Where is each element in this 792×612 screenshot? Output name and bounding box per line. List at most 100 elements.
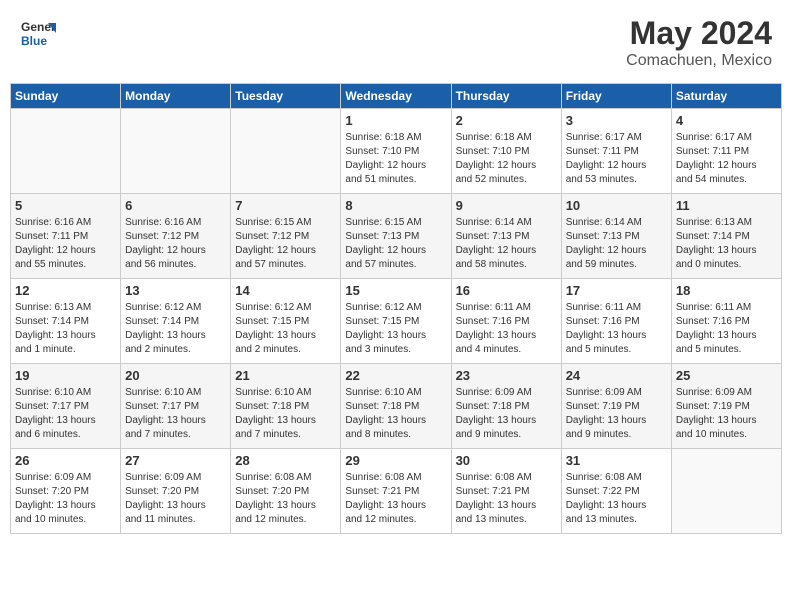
day-info: Sunrise: 6:17 AM Sunset: 7:11 PM Dayligh… — [566, 131, 667, 187]
calendar-cell: 24Sunrise: 6:09 AM Sunset: 7:19 PM Dayli… — [561, 364, 671, 449]
calendar-cell — [231, 109, 341, 194]
calendar-week-4: 19 Sunrise: 6:10 AM Sunset: 7:17 PM Dayli… — [11, 364, 782, 449]
day-info: Sunrise: 6:11 AM Sunset: 7:16 PM Dayligh… — [676, 301, 777, 357]
day-info: Sunrise: 6:15 AM Sunset: 7:12 PM Dayligh… — [235, 216, 336, 272]
day-info: Sunrise: 6:09 AM Sunset: 7:20 PM Dayligh… — [15, 471, 116, 527]
day-info: Sunrise: 6:10 AM Sunset: 7:17 PM Dayligh… — [15, 386, 116, 442]
weekday-header-sunday: Sunday — [11, 84, 121, 109]
calendar-cell: 6 Sunrise: 6:16 AM Sunset: 7:12 PM Daylig… — [121, 194, 231, 279]
calendar-cell: 20Sunrise: 6:10 AM Sunset: 7:17 PM Dayli… — [121, 364, 231, 449]
day-info: Sunrise: 6:14 AM Sunset: 7:13 PM Dayligh… — [566, 216, 667, 272]
day-number: 12 — [15, 283, 116, 298]
day-number: 11 — [676, 198, 777, 213]
day-number: 14 — [235, 283, 336, 298]
day-number: 13 — [125, 283, 226, 298]
calendar-cell: 10 Sunrise: 6:14 AM Sunset: 7:13 PM Dayli… — [561, 194, 671, 279]
weekday-header-wednesday: Wednesday — [341, 84, 451, 109]
day-info: Sunrise: 6:14 AM Sunset: 7:13 PM Dayligh… — [456, 216, 557, 272]
day-number: 23 — [456, 368, 557, 383]
calendar-cell: 4 Sunrise: 6:17 AM Sunset: 7:11 PM Daylig… — [671, 109, 781, 194]
day-info: Sunrise: 6:09 AM Sunset: 7:19 PM Dayligh… — [676, 386, 777, 442]
day-info: Sunrise: 6:12 AM Sunset: 7:14 PM Dayligh… — [125, 301, 226, 357]
day-number: 8 — [345, 198, 446, 213]
day-number: 9 — [456, 198, 557, 213]
calendar-cell: 26 Sunrise: 6:09 AM Sunset: 7:20 PM Dayli… — [11, 449, 121, 534]
calendar-cell — [11, 109, 121, 194]
day-info: Sunrise: 6:16 AM Sunset: 7:12 PM Dayligh… — [125, 216, 226, 272]
calendar-cell — [121, 109, 231, 194]
logo-graphic: General Blue — [20, 15, 56, 56]
day-number: 10 — [566, 198, 667, 213]
day-info: Sunrise: 6:08 AM Sunset: 7:21 PM Dayligh… — [456, 471, 557, 527]
day-number: 4 — [676, 113, 777, 128]
calendar-cell: 28 Sunrise: 6:08 AM Sunset: 7:20 PM Dayli… — [231, 449, 341, 534]
calendar-cell: 8 Sunrise: 6:15 AM Sunset: 7:13 PM Daylig… — [341, 194, 451, 279]
location: Comachuen, Mexico — [626, 52, 772, 70]
day-info: Sunrise: 6:09 AM Sunset: 7:20 PM Dayligh… — [125, 471, 226, 527]
calendar-cell: 16 Sunrise: 6:11 AM Sunset: 7:16 PM Dayli… — [451, 279, 561, 364]
calendar-cell: 31 Sunrise: 6:08 AM Sunset: 7:22 PM Dayli… — [561, 449, 671, 534]
day-info: Sunrise: 6:08 AM Sunset: 7:20 PM Dayligh… — [235, 471, 336, 527]
day-number: 31 — [566, 453, 667, 468]
day-number: 28 — [235, 453, 336, 468]
calendar-table: SundayMondayTuesdayWednesdayThursdayFrid… — [10, 83, 782, 534]
month-year: May 2024 — [626, 15, 772, 52]
day-info: Sunrise: 6:11 AM Sunset: 7:16 PM Dayligh… — [456, 301, 557, 357]
day-info: Sunrise: 6:10 AM Sunset: 7:18 PM Dayligh… — [345, 386, 446, 442]
svg-text:General: General — [21, 20, 56, 34]
day-number: 7 — [235, 198, 336, 213]
calendar-cell: 2Sunrise: 6:18 AM Sunset: 7:10 PM Daylig… — [451, 109, 561, 194]
calendar-cell: 14 Sunrise: 6:12 AM Sunset: 7:15 PM Dayli… — [231, 279, 341, 364]
day-number: 19 — [15, 368, 116, 383]
day-number: 6 — [125, 198, 226, 213]
day-info: Sunrise: 6:18 AM Sunset: 7:10 PM Dayligh… — [456, 131, 557, 187]
logo: General Blue — [20, 15, 56, 56]
calendar-cell: 22 Sunrise: 6:10 AM Sunset: 7:18 PM Dayli… — [341, 364, 451, 449]
calendar-cell: 17Sunrise: 6:11 AM Sunset: 7:16 PM Dayli… — [561, 279, 671, 364]
calendar-cell: 7 Sunrise: 6:15 AM Sunset: 7:12 PM Daylig… — [231, 194, 341, 279]
calendar-cell: 18 Sunrise: 6:11 AM Sunset: 7:16 PM Dayli… — [671, 279, 781, 364]
day-number: 29 — [345, 453, 446, 468]
day-info: Sunrise: 6:12 AM Sunset: 7:15 PM Dayligh… — [345, 301, 446, 357]
calendar-cell: 27 Sunrise: 6:09 AM Sunset: 7:20 PM Dayli… — [121, 449, 231, 534]
day-info: Sunrise: 6:17 AM Sunset: 7:11 PM Dayligh… — [676, 131, 777, 187]
calendar-cell: 13 Sunrise: 6:12 AM Sunset: 7:14 PM Dayli… — [121, 279, 231, 364]
calendar-cell: 1Sunrise: 6:18 AM Sunset: 7:10 PM Daylig… — [341, 109, 451, 194]
calendar-cell: 19 Sunrise: 6:10 AM Sunset: 7:17 PM Dayli… — [11, 364, 121, 449]
day-number: 3 — [566, 113, 667, 128]
day-number: 21 — [235, 368, 336, 383]
calendar-cell: 23Sunrise: 6:09 AM Sunset: 7:18 PM Dayli… — [451, 364, 561, 449]
weekday-header-thursday: Thursday — [451, 84, 561, 109]
calendar-week-1: 1Sunrise: 6:18 AM Sunset: 7:10 PM Daylig… — [11, 109, 782, 194]
day-info: Sunrise: 6:08 AM Sunset: 7:21 PM Dayligh… — [345, 471, 446, 527]
calendar-cell: 11 Sunrise: 6:13 AM Sunset: 7:14 PM Dayli… — [671, 194, 781, 279]
day-info: Sunrise: 6:08 AM Sunset: 7:22 PM Dayligh… — [566, 471, 667, 527]
day-number: 25 — [676, 368, 777, 383]
day-number: 16 — [456, 283, 557, 298]
day-number: 26 — [15, 453, 116, 468]
weekday-header-row: SundayMondayTuesdayWednesdayThursdayFrid… — [11, 84, 782, 109]
calendar-cell: 3 Sunrise: 6:17 AM Sunset: 7:11 PM Daylig… — [561, 109, 671, 194]
day-number: 20 — [125, 368, 226, 383]
calendar-cell: 15Sunrise: 6:12 AM Sunset: 7:15 PM Dayli… — [341, 279, 451, 364]
day-info: Sunrise: 6:18 AM Sunset: 7:10 PM Dayligh… — [345, 131, 446, 187]
day-info: Sunrise: 6:09 AM Sunset: 7:19 PM Dayligh… — [566, 386, 667, 442]
weekday-header-saturday: Saturday — [671, 84, 781, 109]
day-number: 5 — [15, 198, 116, 213]
day-number: 22 — [345, 368, 446, 383]
day-number: 18 — [676, 283, 777, 298]
page-header: General Blue May 2024 Comachuen, Mexico — [10, 10, 782, 75]
calendar-week-3: 12Sunrise: 6:13 AM Sunset: 7:14 PM Dayli… — [11, 279, 782, 364]
calendar-cell: 5Sunrise: 6:16 AM Sunset: 7:11 PM Daylig… — [11, 194, 121, 279]
day-info: Sunrise: 6:13 AM Sunset: 7:14 PM Dayligh… — [676, 216, 777, 272]
day-info: Sunrise: 6:15 AM Sunset: 7:13 PM Dayligh… — [345, 216, 446, 272]
day-info: Sunrise: 6:11 AM Sunset: 7:16 PM Dayligh… — [566, 301, 667, 357]
title-block: May 2024 Comachuen, Mexico — [626, 15, 772, 70]
day-number: 27 — [125, 453, 226, 468]
calendar-cell: 25 Sunrise: 6:09 AM Sunset: 7:19 PM Dayli… — [671, 364, 781, 449]
calendar-cell: 12Sunrise: 6:13 AM Sunset: 7:14 PM Dayli… — [11, 279, 121, 364]
calendar-cell: 21 Sunrise: 6:10 AM Sunset: 7:18 PM Dayli… — [231, 364, 341, 449]
day-info: Sunrise: 6:12 AM Sunset: 7:15 PM Dayligh… — [235, 301, 336, 357]
day-info: Sunrise: 6:10 AM Sunset: 7:18 PM Dayligh… — [235, 386, 336, 442]
calendar-week-5: 26 Sunrise: 6:09 AM Sunset: 7:20 PM Dayli… — [11, 449, 782, 534]
